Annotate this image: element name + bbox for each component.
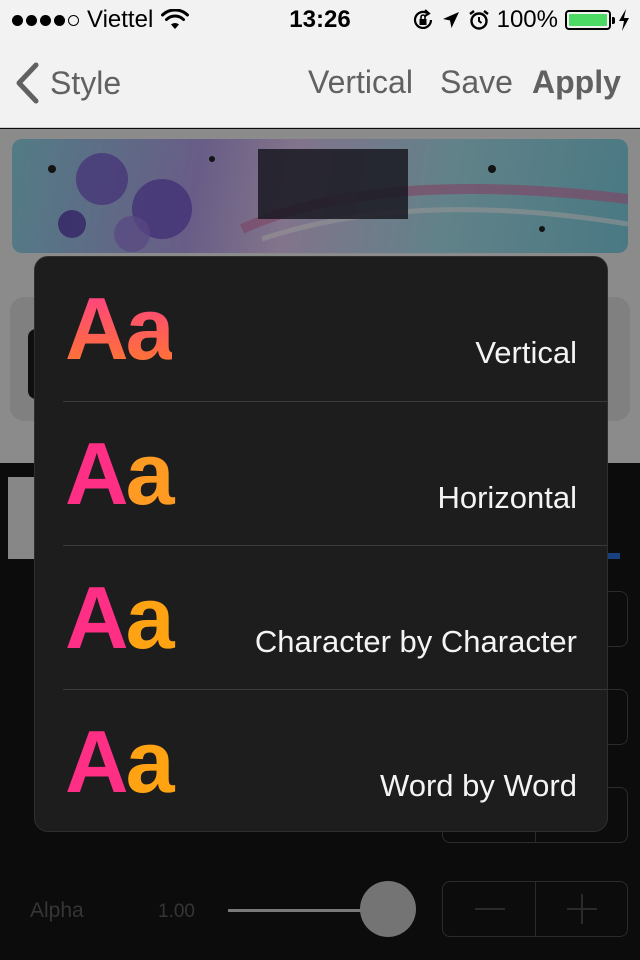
battery-icon [565,10,615,30]
option-label: Horizontal [437,480,577,515]
option-label: Character by Character [254,624,577,659]
option-vertical[interactable]: Aa Vertical [35,257,607,401]
option-label: Word by Word [380,768,577,803]
vertical-button[interactable]: Vertical [308,64,413,101]
option-character-by-character[interactable]: Aa Character by Character [63,545,607,689]
save-button[interactable]: Save [440,64,513,101]
style-sample-icon: Aa [65,712,175,811]
option-horizontal[interactable]: Aa Horizontal [63,401,607,545]
chevron-left-icon [16,62,39,104]
battery-percent: 100% [496,6,558,33]
status-right: 100% [412,6,630,34]
style-sample-icon: Aa [65,279,172,378]
location-arrow-icon [442,12,459,28]
apply-button[interactable]: Apply [532,64,621,101]
status-bar: Viettel 13:26 100% [0,0,640,40]
option-label: Vertical [475,335,577,370]
animation-style-popover: Aa Vertical Aa Horizontal Aa Character b… [34,256,608,832]
alarm-icon [468,10,489,30]
back-button-label: Style [50,64,122,101]
style-sample-icon: Aa [65,568,175,667]
rotation-lock-icon [413,9,432,29]
back-button[interactable]: Style [14,62,121,104]
charging-bolt-icon [619,9,629,31]
style-sample-icon: Aa [65,424,175,523]
option-word-by-word[interactable]: Aa Word by Word [63,689,607,831]
navigation-bar: Style Vertical Save Apply [0,40,640,128]
